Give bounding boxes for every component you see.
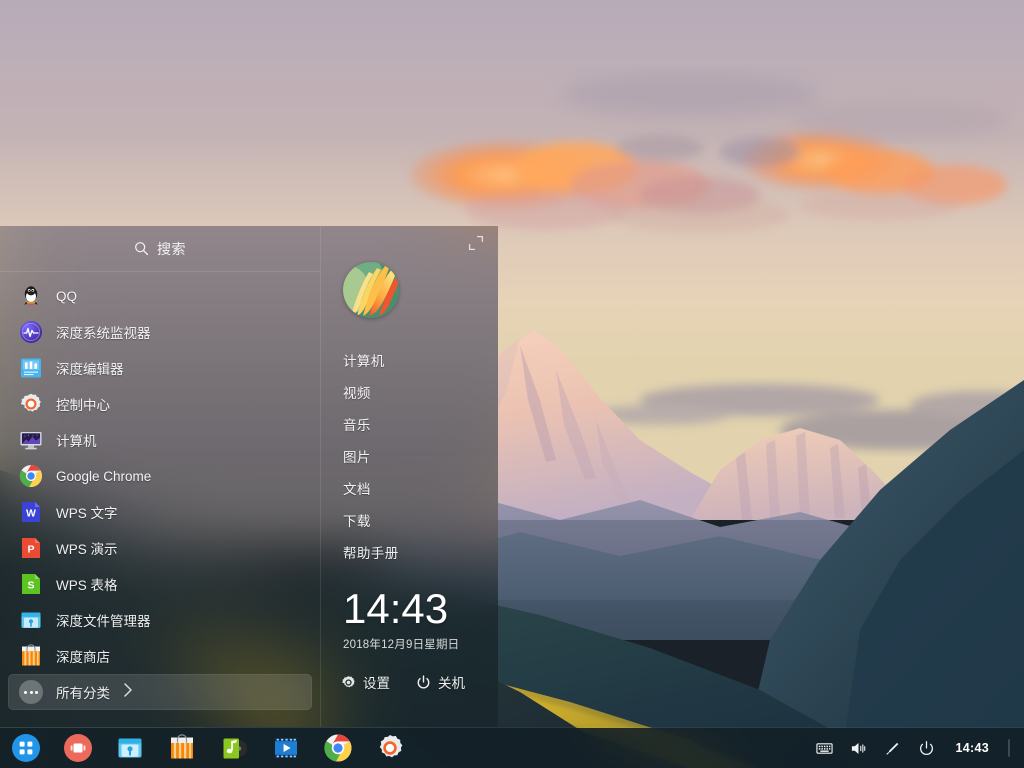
dock-music-player-button[interactable] (218, 732, 250, 764)
app-item-deepin-editor[interactable]: 深度编辑器 (8, 350, 312, 386)
svg-text:W: W (26, 508, 36, 520)
control-center-icon (19, 392, 43, 416)
dock-launcher-button[interactable] (10, 732, 42, 764)
app-item-wps-presentation[interactable]: P WPS 演示 (8, 530, 312, 566)
launcher-grid-icon (11, 733, 41, 763)
settings-button[interactable]: 设置 (341, 672, 390, 692)
app-item-deepin-store[interactable]: 深度商店 (8, 638, 312, 674)
power-icon (416, 674, 431, 690)
shortcut-documents[interactable]: 文档 (343, 474, 498, 506)
chevron-right-icon (123, 682, 133, 703)
google-chrome-icon (19, 464, 43, 488)
search-input[interactable]: 搜索 (0, 226, 320, 272)
all-categories-item[interactable]: 所有分类 (8, 674, 312, 710)
computer-icon (19, 428, 43, 452)
app-label: WPS 文字 (56, 506, 118, 521)
wps-presentation-icon: P (19, 536, 43, 560)
fullscreen-expand-icon[interactable] (468, 235, 484, 251)
dock-app-area (0, 732, 406, 764)
clock-date: 2018年12月9日星期日 (343, 639, 460, 651)
dock-resize-handle[interactable] (1008, 739, 1010, 757)
settings-label: 设置 (363, 676, 390, 691)
power-icon[interactable] (918, 740, 935, 757)
deepin-editor-icon (19, 356, 43, 380)
shutdown-label: 关机 (438, 676, 465, 691)
shortcut-manual[interactable]: 帮助手册 (343, 538, 498, 570)
dock-control-center-button[interactable] (374, 732, 406, 764)
chrome-icon (323, 733, 353, 763)
app-item-wps-spreadsheet[interactable]: S WPS 表格 (8, 566, 312, 602)
application-launcher: 搜索 QQ 深度系统监视器 深度编辑器 控制中心 计算机 Google Chro… (0, 226, 498, 727)
launcher-left-column: 搜索 QQ 深度系统监视器 深度编辑器 控制中心 计算机 Google Chro… (0, 226, 320, 727)
shortcut-pictures[interactable]: 图片 (343, 442, 498, 474)
app-item-google-chrome[interactable]: Google Chrome (8, 458, 312, 494)
clock-time: 14:43 (343, 585, 449, 632)
dock-multitasking-button[interactable] (62, 732, 94, 764)
deepin-file-manager-icon (19, 608, 43, 632)
app-label: Google Chrome (56, 468, 152, 484)
app-label: QQ (56, 288, 78, 304)
app-item-qq[interactable]: QQ (8, 278, 312, 314)
svg-text:S: S (27, 580, 34, 592)
avatar[interactable] (343, 262, 399, 318)
power-actions-row: 设置 关机 (321, 672, 498, 692)
shortcut-videos[interactable]: 视频 (343, 378, 498, 410)
clock-block: 14:43 2018年12月9日星期日 (321, 586, 498, 652)
shortcut-computer[interactable]: 计算机 (343, 346, 498, 378)
svg-text:P: P (27, 544, 34, 556)
music-note-icon (219, 733, 249, 763)
app-label: WPS 演示 (56, 542, 118, 557)
deepin-store-icon (19, 644, 43, 668)
gear-icon (341, 675, 356, 690)
system-tray: 14:43 (815, 739, 1024, 757)
keyboard-icon[interactable] (815, 740, 833, 757)
all-categories-label: 所有分类 (56, 686, 110, 701)
search-icon (134, 241, 149, 256)
search-placeholder: 搜索 (157, 240, 186, 257)
shutdown-button[interactable]: 关机 (416, 672, 465, 692)
app-item-deepin-system-monitor[interactable]: 深度系统监视器 (8, 314, 312, 350)
app-label: 控制中心 (56, 398, 110, 413)
app-item-control-center[interactable]: 控制中心 (8, 386, 312, 422)
multitasking-view-icon (63, 733, 93, 763)
launcher-right-column: 计算机 视频 音乐 图片 文档 下载 帮助手册 14:43 2018年12月9日… (320, 226, 498, 727)
dock-chrome-button[interactable] (322, 732, 354, 764)
film-play-icon (271, 733, 301, 763)
file-manager-icon (115, 733, 145, 763)
deepin-system-monitor-icon (19, 320, 43, 344)
dock-file-manager-button[interactable] (114, 732, 146, 764)
wps-writer-icon: W (19, 500, 43, 524)
qq-icon (19, 284, 43, 308)
dock-app-store-button[interactable] (166, 732, 198, 764)
app-label: 深度商店 (56, 650, 110, 665)
app-item-deepin-file-manager[interactable]: 深度文件管理器 (8, 602, 312, 638)
gear-orange-icon (375, 733, 405, 763)
shortcut-music[interactable]: 音乐 (343, 410, 498, 442)
wps-spreadsheet-icon: S (19, 572, 43, 596)
taskbar-dock: 14:43 (0, 728, 1024, 768)
app-item-wps-writer[interactable]: W WPS 文字 (8, 494, 312, 530)
app-label: 计算机 (56, 434, 97, 449)
app-label: 深度编辑器 (56, 362, 124, 377)
user-shortcuts-list: 计算机 视频 音乐 图片 文档 下载 帮助手册 (321, 346, 498, 570)
shortcut-downloads[interactable]: 下载 (343, 506, 498, 538)
dock-movie-player-button[interactable] (270, 732, 302, 764)
more-dots-icon (19, 680, 43, 704)
app-item-computer[interactable]: 计算机 (8, 422, 312, 458)
bluetooth-pen-icon[interactable] (884, 740, 901, 757)
store-bag-icon (167, 733, 197, 763)
application-list: QQ 深度系统监视器 深度编辑器 控制中心 计算机 Google Chrome … (0, 272, 320, 727)
volume-icon[interactable] (850, 740, 867, 757)
app-label: 深度系统监视器 (56, 326, 151, 341)
app-label: WPS 表格 (56, 578, 118, 593)
expand-row (321, 226, 498, 260)
app-label: 深度文件管理器 (56, 614, 151, 629)
tray-clock[interactable]: 14:43 (956, 741, 989, 755)
